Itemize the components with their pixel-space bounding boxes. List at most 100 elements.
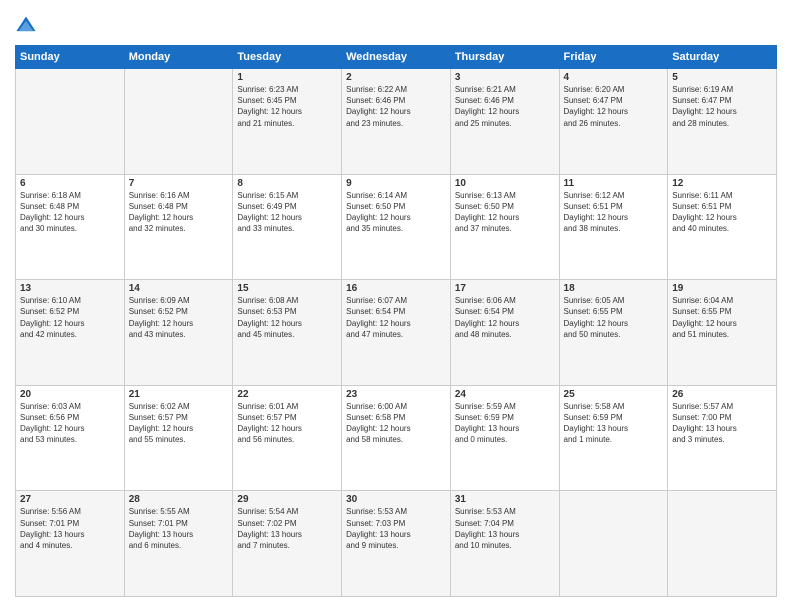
header (15, 15, 777, 37)
day-number: 21 (129, 389, 229, 400)
calendar-cell: 25Sunrise: 5:58 AM Sunset: 6:59 PM Dayli… (559, 385, 668, 491)
day-number: 30 (346, 494, 446, 505)
logo (15, 15, 40, 37)
calendar-cell: 7Sunrise: 6:16 AM Sunset: 6:48 PM Daylig… (124, 174, 233, 280)
logo-icon (15, 15, 37, 37)
calendar-week-row: 27Sunrise: 5:56 AM Sunset: 7:01 PM Dayli… (16, 491, 777, 597)
day-info: Sunrise: 6:07 AM Sunset: 6:54 PM Dayligh… (346, 295, 446, 340)
calendar-cell: 20Sunrise: 6:03 AM Sunset: 6:56 PM Dayli… (16, 385, 125, 491)
calendar-cell: 23Sunrise: 6:00 AM Sunset: 6:58 PM Dayli… (342, 385, 451, 491)
day-number: 4 (564, 72, 664, 83)
calendar-cell: 18Sunrise: 6:05 AM Sunset: 6:55 PM Dayli… (559, 280, 668, 386)
day-number: 5 (672, 72, 772, 83)
day-info: Sunrise: 6:06 AM Sunset: 6:54 PM Dayligh… (455, 295, 555, 340)
calendar-cell: 10Sunrise: 6:13 AM Sunset: 6:50 PM Dayli… (450, 174, 559, 280)
calendar-cell: 9Sunrise: 6:14 AM Sunset: 6:50 PM Daylig… (342, 174, 451, 280)
day-info: Sunrise: 6:23 AM Sunset: 6:45 PM Dayligh… (237, 84, 337, 129)
day-info: Sunrise: 6:13 AM Sunset: 6:50 PM Dayligh… (455, 190, 555, 235)
calendar-cell (668, 491, 777, 597)
day-info: Sunrise: 6:18 AM Sunset: 6:48 PM Dayligh… (20, 190, 120, 235)
day-info: Sunrise: 5:54 AM Sunset: 7:02 PM Dayligh… (237, 506, 337, 551)
day-info: Sunrise: 6:01 AM Sunset: 6:57 PM Dayligh… (237, 401, 337, 446)
day-number: 1 (237, 72, 337, 83)
day-number: 7 (129, 178, 229, 189)
page: SundayMondayTuesdayWednesdayThursdayFrid… (0, 0, 792, 612)
weekday-header: Saturday (668, 46, 777, 69)
weekday-header: Monday (124, 46, 233, 69)
day-number: 24 (455, 389, 555, 400)
day-number: 28 (129, 494, 229, 505)
weekday-header: Sunday (16, 46, 125, 69)
day-number: 2 (346, 72, 446, 83)
calendar-cell: 30Sunrise: 5:53 AM Sunset: 7:03 PM Dayli… (342, 491, 451, 597)
day-info: Sunrise: 5:55 AM Sunset: 7:01 PM Dayligh… (129, 506, 229, 551)
day-number: 16 (346, 283, 446, 294)
calendar-cell (559, 491, 668, 597)
day-number: 14 (129, 283, 229, 294)
day-number: 17 (455, 283, 555, 294)
day-info: Sunrise: 6:21 AM Sunset: 6:46 PM Dayligh… (455, 84, 555, 129)
day-info: Sunrise: 6:19 AM Sunset: 6:47 PM Dayligh… (672, 84, 772, 129)
day-number: 19 (672, 283, 772, 294)
day-number: 12 (672, 178, 772, 189)
day-info: Sunrise: 6:08 AM Sunset: 6:53 PM Dayligh… (237, 295, 337, 340)
calendar-cell: 6Sunrise: 6:18 AM Sunset: 6:48 PM Daylig… (16, 174, 125, 280)
day-number: 20 (20, 389, 120, 400)
weekday-header: Tuesday (233, 46, 342, 69)
day-info: Sunrise: 5:57 AM Sunset: 7:00 PM Dayligh… (672, 401, 772, 446)
weekday-header: Friday (559, 46, 668, 69)
day-number: 15 (237, 283, 337, 294)
day-info: Sunrise: 6:11 AM Sunset: 6:51 PM Dayligh… (672, 190, 772, 235)
day-info: Sunrise: 5:53 AM Sunset: 7:03 PM Dayligh… (346, 506, 446, 551)
calendar-week-row: 13Sunrise: 6:10 AM Sunset: 6:52 PM Dayli… (16, 280, 777, 386)
day-number: 13 (20, 283, 120, 294)
day-number: 22 (237, 389, 337, 400)
calendar-cell: 4Sunrise: 6:20 AM Sunset: 6:47 PM Daylig… (559, 69, 668, 175)
calendar-week-row: 6Sunrise: 6:18 AM Sunset: 6:48 PM Daylig… (16, 174, 777, 280)
day-info: Sunrise: 6:10 AM Sunset: 6:52 PM Dayligh… (20, 295, 120, 340)
calendar-cell: 19Sunrise: 6:04 AM Sunset: 6:55 PM Dayli… (668, 280, 777, 386)
day-info: Sunrise: 5:59 AM Sunset: 6:59 PM Dayligh… (455, 401, 555, 446)
day-info: Sunrise: 6:05 AM Sunset: 6:55 PM Dayligh… (564, 295, 664, 340)
day-info: Sunrise: 6:12 AM Sunset: 6:51 PM Dayligh… (564, 190, 664, 235)
calendar-cell (124, 69, 233, 175)
day-number: 18 (564, 283, 664, 294)
calendar-cell (16, 69, 125, 175)
day-number: 11 (564, 178, 664, 189)
day-number: 10 (455, 178, 555, 189)
calendar-cell: 11Sunrise: 6:12 AM Sunset: 6:51 PM Dayli… (559, 174, 668, 280)
day-info: Sunrise: 5:58 AM Sunset: 6:59 PM Dayligh… (564, 401, 664, 446)
day-number: 26 (672, 389, 772, 400)
calendar-table: SundayMondayTuesdayWednesdayThursdayFrid… (15, 45, 777, 597)
calendar-cell: 2Sunrise: 6:22 AM Sunset: 6:46 PM Daylig… (342, 69, 451, 175)
day-number: 25 (564, 389, 664, 400)
day-info: Sunrise: 6:15 AM Sunset: 6:49 PM Dayligh… (237, 190, 337, 235)
day-info: Sunrise: 5:56 AM Sunset: 7:01 PM Dayligh… (20, 506, 120, 551)
weekday-header: Thursday (450, 46, 559, 69)
day-number: 3 (455, 72, 555, 83)
calendar-cell: 21Sunrise: 6:02 AM Sunset: 6:57 PM Dayli… (124, 385, 233, 491)
day-info: Sunrise: 6:03 AM Sunset: 6:56 PM Dayligh… (20, 401, 120, 446)
day-info: Sunrise: 6:04 AM Sunset: 6:55 PM Dayligh… (672, 295, 772, 340)
calendar-cell: 3Sunrise: 6:21 AM Sunset: 6:46 PM Daylig… (450, 69, 559, 175)
day-number: 23 (346, 389, 446, 400)
day-number: 27 (20, 494, 120, 505)
day-info: Sunrise: 5:53 AM Sunset: 7:04 PM Dayligh… (455, 506, 555, 551)
weekday-header: Wednesday (342, 46, 451, 69)
calendar-week-row: 20Sunrise: 6:03 AM Sunset: 6:56 PM Dayli… (16, 385, 777, 491)
calendar-cell: 5Sunrise: 6:19 AM Sunset: 6:47 PM Daylig… (668, 69, 777, 175)
calendar-cell: 24Sunrise: 5:59 AM Sunset: 6:59 PM Dayli… (450, 385, 559, 491)
calendar-cell: 22Sunrise: 6:01 AM Sunset: 6:57 PM Dayli… (233, 385, 342, 491)
day-info: Sunrise: 6:16 AM Sunset: 6:48 PM Dayligh… (129, 190, 229, 235)
day-info: Sunrise: 6:22 AM Sunset: 6:46 PM Dayligh… (346, 84, 446, 129)
day-info: Sunrise: 6:14 AM Sunset: 6:50 PM Dayligh… (346, 190, 446, 235)
calendar-cell: 16Sunrise: 6:07 AM Sunset: 6:54 PM Dayli… (342, 280, 451, 386)
calendar-cell: 31Sunrise: 5:53 AM Sunset: 7:04 PM Dayli… (450, 491, 559, 597)
day-info: Sunrise: 6:20 AM Sunset: 6:47 PM Dayligh… (564, 84, 664, 129)
calendar-cell: 28Sunrise: 5:55 AM Sunset: 7:01 PM Dayli… (124, 491, 233, 597)
calendar-cell: 29Sunrise: 5:54 AM Sunset: 7:02 PM Dayli… (233, 491, 342, 597)
calendar-cell: 1Sunrise: 6:23 AM Sunset: 6:45 PM Daylig… (233, 69, 342, 175)
day-number: 29 (237, 494, 337, 505)
calendar-cell: 13Sunrise: 6:10 AM Sunset: 6:52 PM Dayli… (16, 280, 125, 386)
calendar-cell: 8Sunrise: 6:15 AM Sunset: 6:49 PM Daylig… (233, 174, 342, 280)
